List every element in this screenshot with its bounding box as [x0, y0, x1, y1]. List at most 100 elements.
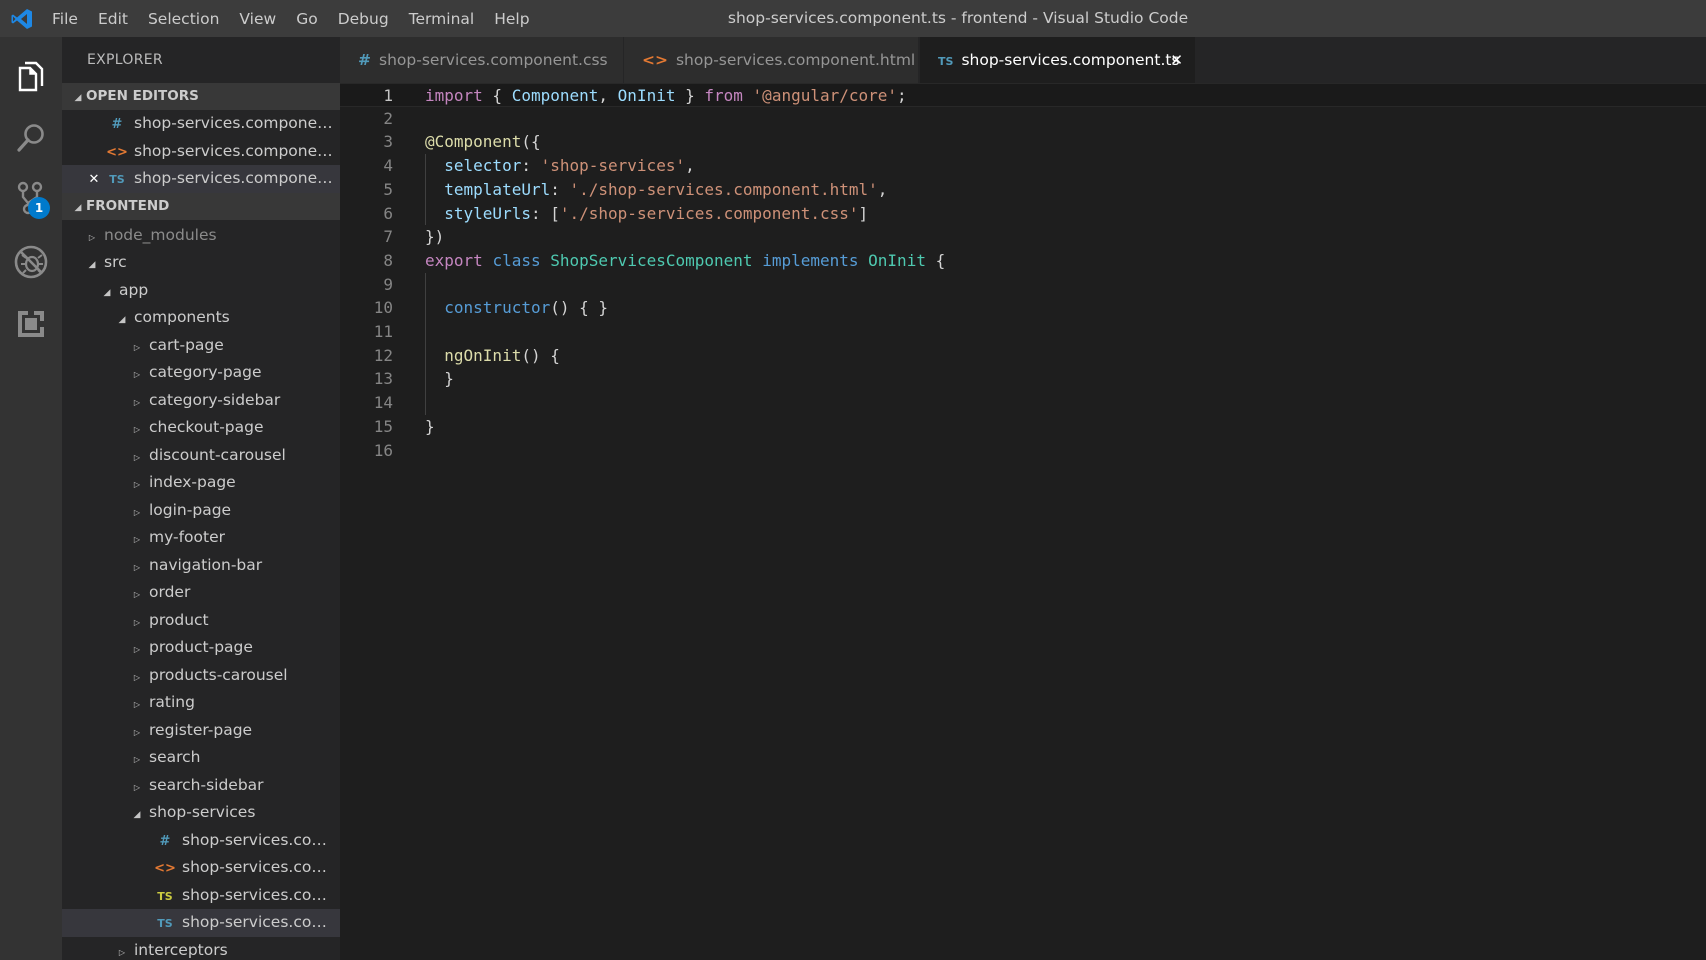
tree-item-cart-page[interactable]: ▷ cart-page [62, 332, 340, 360]
chevron-right-icon[interactable]: ▷ [129, 526, 145, 552]
code-token: ; [897, 86, 907, 105]
line-content: }) [425, 225, 444, 249]
code-line: 11 [340, 320, 1706, 344]
line-number: 7 [383, 227, 393, 247]
tree-item-order[interactable]: ▷ order [62, 579, 340, 607]
tree-item-interceptors[interactable]: ▷ interceptors [62, 937, 340, 960]
tree-item-discount-carousel[interactable]: ▷ discount-carousel [62, 442, 340, 470]
chevron-right-icon[interactable]: ▷ [129, 471, 145, 497]
tree-item-app[interactable]: ◢ app [62, 277, 340, 305]
tree-item-components[interactable]: ◢ components [62, 304, 340, 332]
chevron-right-icon[interactable]: ▷ [129, 581, 145, 607]
line-number: 16 [373, 440, 393, 460]
menu-help[interactable]: Help [494, 10, 529, 28]
open-editors-header[interactable]: ◢ OPEN EDITORS [62, 83, 340, 110]
tree-item-shop-services-compon[interactable]: TS shop-services.compon... [62, 909, 340, 937]
tree-item-src[interactable]: ◢ src [62, 249, 340, 277]
menu-debug[interactable]: Debug [338, 10, 389, 28]
code-token: import [425, 86, 483, 105]
activity-source-control[interactable]: 1 [0, 169, 62, 227]
menu-go[interactable]: Go [296, 10, 318, 28]
activity-extensions[interactable] [0, 295, 62, 353]
tree-item-product-page[interactable]: ▷ product-page [62, 634, 340, 662]
tree-item-label: app [119, 280, 149, 299]
tree-item-register-page[interactable]: ▷ register-page [62, 717, 340, 745]
chevron-right-icon[interactable]: ▷ [129, 499, 145, 525]
tree-item-rating[interactable]: ▷ rating [62, 689, 340, 717]
chevron-right-icon[interactable]: ▷ [84, 224, 100, 250]
line-content: templateUrl: './shop-services.component.… [425, 178, 887, 202]
tree-item-search-sidebar[interactable]: ▷ search-sidebar [62, 772, 340, 800]
chevron-right-icon[interactable]: ▷ [129, 691, 145, 717]
tree-item-shop-services-compon[interactable]: TS shop-services.compon... [62, 882, 340, 910]
tab-html[interactable]: <> shop-services.component.html [624, 37, 919, 83]
code-line: 8 export class ShopServicesComponent impl… [340, 249, 1706, 273]
activity-debug[interactable] [0, 233, 62, 291]
tree-item-navigation-bar[interactable]: ▷ navigation-bar [62, 552, 340, 580]
typescript-file-icon: TS [938, 55, 954, 68]
source-control-badge: 1 [28, 197, 50, 219]
chevron-right-icon[interactable]: ▷ [129, 664, 145, 690]
tree-item-product[interactable]: ▷ product [62, 607, 340, 635]
tree-item-label: order [149, 583, 191, 601]
tree-item-shop-services[interactable]: ◢ shop-services [62, 799, 340, 827]
tree-item-login-page[interactable]: ▷ login-page [62, 497, 340, 525]
css-file-icon: # [111, 117, 123, 132]
close-icon[interactable]: ✕ [82, 166, 106, 193]
chevron-right-icon[interactable]: ▷ [114, 939, 130, 960]
code-token: : [521, 156, 541, 176]
tree-item-category-page[interactable]: ▷ category-page [62, 359, 340, 387]
tree-item-shop-services-compon[interactable]: # shop-services.compon... [62, 827, 340, 855]
tree-item-checkout-page[interactable]: ▷ checkout-page [62, 414, 340, 442]
chevron-down-icon[interactable]: ◢ [84, 252, 100, 277]
chevron-right-icon[interactable]: ▷ [129, 774, 145, 800]
menu-edit[interactable]: Edit [98, 10, 128, 28]
chevron-right-icon[interactable]: ▷ [129, 389, 145, 415]
chevron-right-icon[interactable]: ▷ [129, 609, 145, 635]
open-editor-item[interactable]: ✕ TS shop-services.component.ts [62, 165, 340, 193]
tree-item-index-page[interactable]: ▷ index-page [62, 469, 340, 497]
tree-item-my-footer[interactable]: ▷ my-footer [62, 524, 340, 552]
code-line: 16 [340, 439, 1706, 463]
tree-item-label: product [149, 610, 209, 629]
chevron-right-icon[interactable]: ▷ [129, 334, 145, 360]
tree-item-search[interactable]: ▷ search [62, 744, 340, 772]
chevron-right-icon[interactable]: ▷ [129, 361, 145, 387]
menu-view[interactable]: View [239, 10, 276, 28]
activity-search[interactable] [0, 109, 62, 167]
tab-css[interactable]: # shop-services.component.css [340, 37, 624, 83]
project-header[interactable]: ◢ FRONTEND [62, 192, 340, 220]
chevron-down-icon[interactable]: ◢ [99, 280, 115, 305]
tree-item-shop-services-compon[interactable]: <> shop-services.compon... [62, 854, 340, 882]
code-token: ShopServicesComponent [550, 250, 753, 270]
chevron-right-icon[interactable]: ▷ [129, 746, 145, 772]
chevron-right-icon[interactable]: ▷ [129, 636, 145, 662]
activity-explorer[interactable] [0, 47, 62, 105]
open-editor-item[interactable]: <> shop-services.component.html [62, 138, 340, 166]
chevron-right-icon[interactable]: ▷ [129, 444, 145, 470]
tab-ts[interactable]: TS shop-services.component.ts ✕ [920, 37, 1196, 83]
tree-item-products-carousel[interactable]: ▷ products-carousel [62, 662, 340, 690]
title-bar: File Edit Selection View Go Debug Terminal Help… [0, 0, 1706, 37]
chevron-right-icon[interactable]: ▷ [129, 416, 145, 442]
tree-item-label: shop-services.compon... [182, 885, 340, 904]
code-line: 1 import { Component, OnInit } from '@ang… [340, 83, 1706, 107]
code-line: 13 } [340, 367, 1706, 391]
code-editor[interactable]: 1 import { Component, OnInit } from '@ang… [340, 83, 1706, 960]
close-tab-icon[interactable]: ✕ [1170, 37, 1183, 83]
chevron-right-icon[interactable]: ▷ [129, 554, 145, 580]
chevron-down-icon[interactable]: ◢ [129, 802, 145, 827]
chevron-right-icon[interactable]: ▷ [129, 719, 145, 745]
tree-item-category-sidebar[interactable]: ▷ category-sidebar [62, 387, 340, 415]
menu-selection[interactable]: Selection [148, 10, 219, 28]
chevron-down-icon[interactable]: ◢ [114, 307, 130, 332]
chevron-down-icon: ◢ [74, 93, 82, 103]
menu-file[interactable]: File [52, 10, 78, 28]
tree-item-label: category-sidebar [149, 390, 281, 409]
code-token: : [ [530, 203, 560, 223]
line-number: 4 [383, 156, 393, 176]
code-token: , [877, 179, 888, 199]
tree-item-node-modules[interactable]: ▷ node_modules [62, 222, 340, 250]
open-editor-item[interactable]: # shop-services.component.css [62, 110, 340, 138]
menu-terminal[interactable]: Terminal [409, 10, 475, 28]
